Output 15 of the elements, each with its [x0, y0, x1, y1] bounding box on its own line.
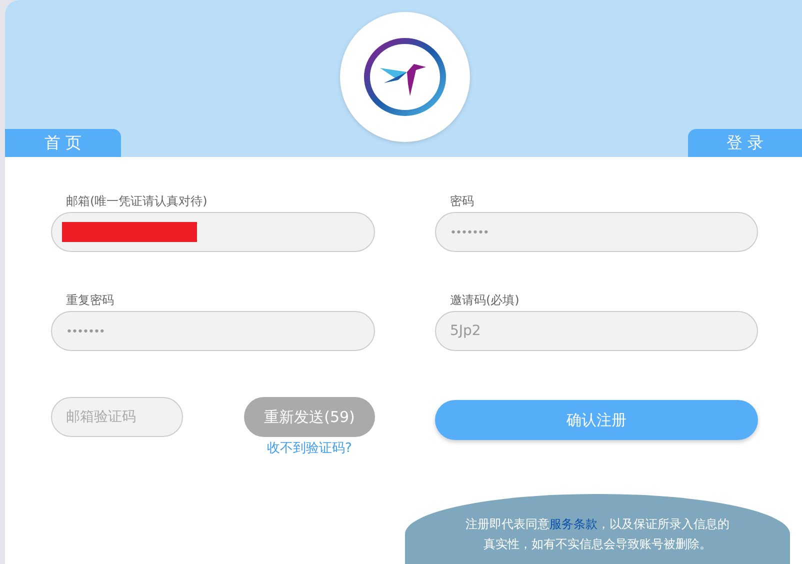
- code-field[interactable]: 邮箱验证码: [51, 397, 183, 437]
- terms-link[interactable]: 服务条款: [550, 517, 598, 531]
- input-field[interactable]: 5Jp2: [435, 311, 758, 351]
- password-field[interactable]: •••••••: [51, 311, 375, 351]
- nav-tab[interactable]: 首 页: [5, 129, 121, 157]
- field-label: 邮箱(唯一凭证请认真对待): [65, 193, 208, 210]
- field-label: 邀请码(必填): [449, 292, 520, 309]
- notice-text: 注册即代表同意服务条款，以及保证所录入信息的真实性，如有不实信息会导致账号被删除。: [464, 516, 730, 553]
- nav-tab[interactable]: 登 录: [688, 129, 802, 157]
- field-label: 重复密码: [65, 292, 115, 309]
- register-button[interactable]: 确认注册: [435, 400, 758, 440]
- field-label: 密码: [449, 193, 475, 210]
- input-field[interactable]: [51, 212, 375, 252]
- password-field[interactable]: •••••••: [435, 212, 758, 252]
- help-link[interactable]: 收不到验证码?: [267, 439, 352, 457]
